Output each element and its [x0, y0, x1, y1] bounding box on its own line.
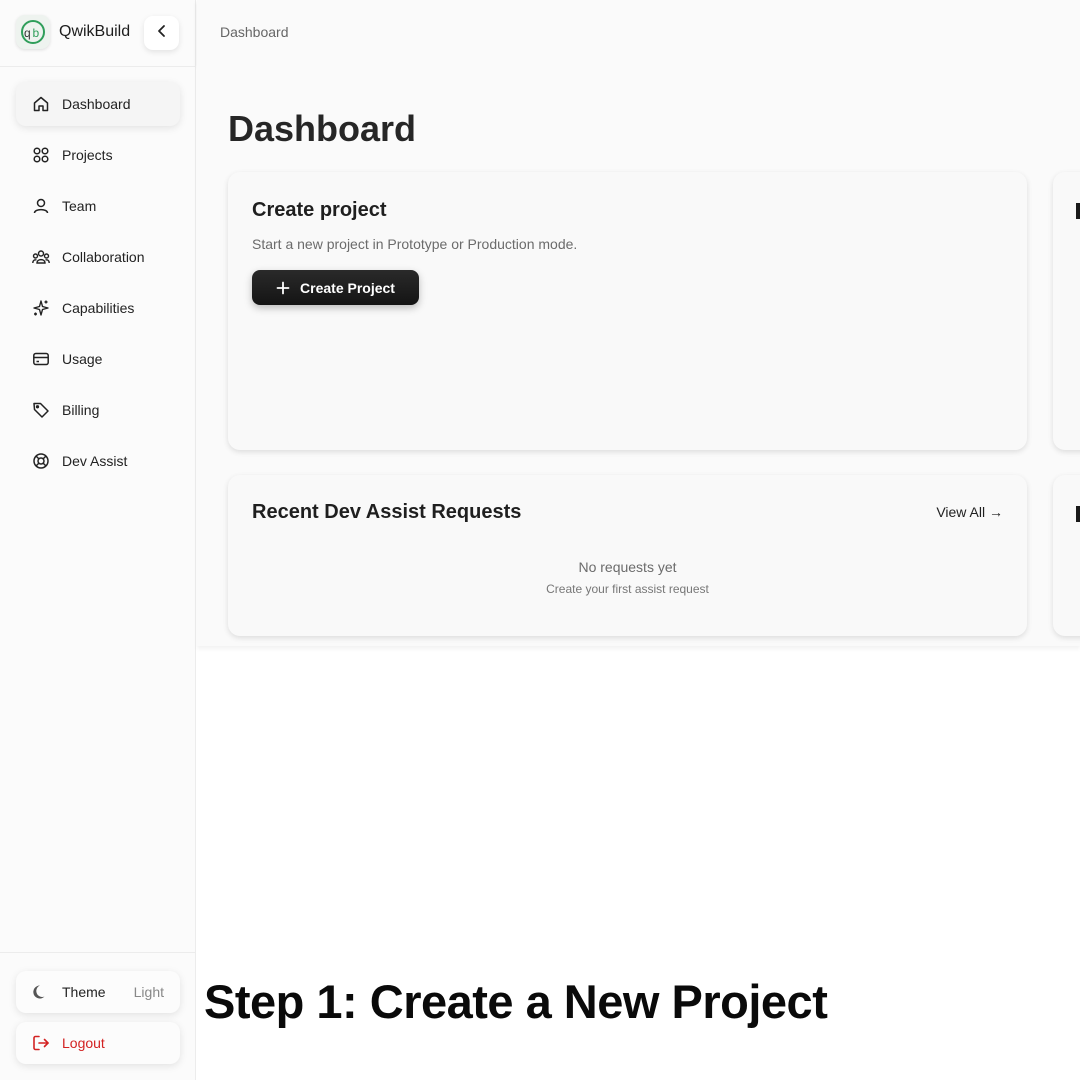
chevron-left-icon: [155, 24, 169, 43]
sidebar-footer: Theme Light Logout: [0, 952, 196, 1080]
create-project-button[interactable]: Create Project: [252, 270, 419, 305]
lifebuoy-icon: [32, 452, 50, 470]
svg-text:q: q: [24, 26, 31, 40]
breadcrumb[interactable]: Dashboard: [220, 24, 289, 40]
step-caption: Step 1: Create a New Project: [204, 975, 828, 1028]
sidebar-item-billing[interactable]: Billing: [16, 388, 180, 432]
sidebar-item-label: Dashboard: [62, 96, 131, 112]
credit-card-icon: [32, 350, 50, 368]
create-project-button-label: Create Project: [300, 279, 395, 296]
view-all-link[interactable]: View All →: [936, 504, 1003, 520]
qwikbuild-logo-icon[interactable]: q b: [16, 15, 50, 49]
home-icon: [32, 95, 50, 113]
requests-title: Recent Dev Assist Requests: [252, 501, 522, 523]
sidebar-item-label: Projects: [62, 147, 113, 163]
svg-text:b: b: [33, 26, 40, 40]
group-icon: [32, 248, 50, 266]
side-card-title-stub: [1076, 203, 1080, 219]
sidebar-item-label: Capabilities: [62, 300, 135, 316]
topbar: Dashboard: [197, 0, 1080, 66]
create-project-card: Create project Start a new project in Pr…: [228, 172, 1027, 450]
side-card-top: [1053, 172, 1080, 450]
sidebar-item-team[interactable]: Team: [16, 184, 180, 228]
brand-header: q b QwikBuild: [0, 0, 196, 67]
users-icon: [32, 197, 50, 215]
moon-icon: [32, 983, 50, 1001]
page-title: Dashboard: [228, 108, 417, 149]
create-project-description: Start a new project in Prototype or Prod…: [252, 236, 578, 252]
sidebar-item-label: Team: [62, 198, 97, 214]
empty-state-title: No requests yet: [578, 559, 677, 575]
theme-value: Light: [133, 984, 164, 1000]
collapse-sidebar-button[interactable]: [144, 16, 179, 50]
logout-button[interactable]: Logout: [16, 1022, 180, 1064]
sidebar-item-usage[interactable]: Usage: [16, 337, 180, 381]
side-card-bottom: [1053, 475, 1080, 636]
theme-label: Theme: [62, 984, 106, 1000]
grid-icon: [32, 146, 50, 164]
sidebar-item-label: Usage: [62, 351, 103, 367]
sidebar-item-label: Billing: [62, 402, 100, 418]
sidebar-item-label: Dev Assist: [62, 453, 128, 469]
dev-assist-requests-card: Recent Dev Assist Requests View All → No…: [228, 475, 1027, 636]
sidebar-item-projects[interactable]: Projects: [16, 133, 180, 177]
create-project-title: Create project: [252, 199, 387, 221]
sidebar-item-dashboard[interactable]: Dashboard: [16, 82, 180, 126]
sidebar-item-label: Collaboration: [62, 249, 145, 265]
theme-toggle-button[interactable]: Theme Light: [16, 971, 180, 1013]
side-card-title-stub: [1076, 506, 1080, 522]
sidebar-item-dev-assist[interactable]: Dev Assist: [16, 439, 180, 483]
logout-icon: [32, 1034, 50, 1052]
sidebar-nav: Dashboard Projects Team Collaboration Ca…: [16, 82, 180, 490]
empty-state-subtitle: Create your first assist request: [546, 582, 709, 596]
sidebar: q b QwikBuild Dashboard Projects Team Co…: [0, 0, 196, 1080]
plus-icon: [276, 281, 290, 295]
tag-icon: [32, 401, 50, 419]
sidebar-item-capabilities[interactable]: Capabilities: [16, 286, 180, 330]
sidebar-item-collaboration[interactable]: Collaboration: [16, 235, 180, 279]
main-content: Dashboard Create project Start a new pro…: [197, 66, 1080, 646]
sparkles-icon: [32, 299, 50, 317]
logout-label: Logout: [62, 1035, 105, 1051]
brand-name: QwikBuild: [59, 23, 131, 40]
